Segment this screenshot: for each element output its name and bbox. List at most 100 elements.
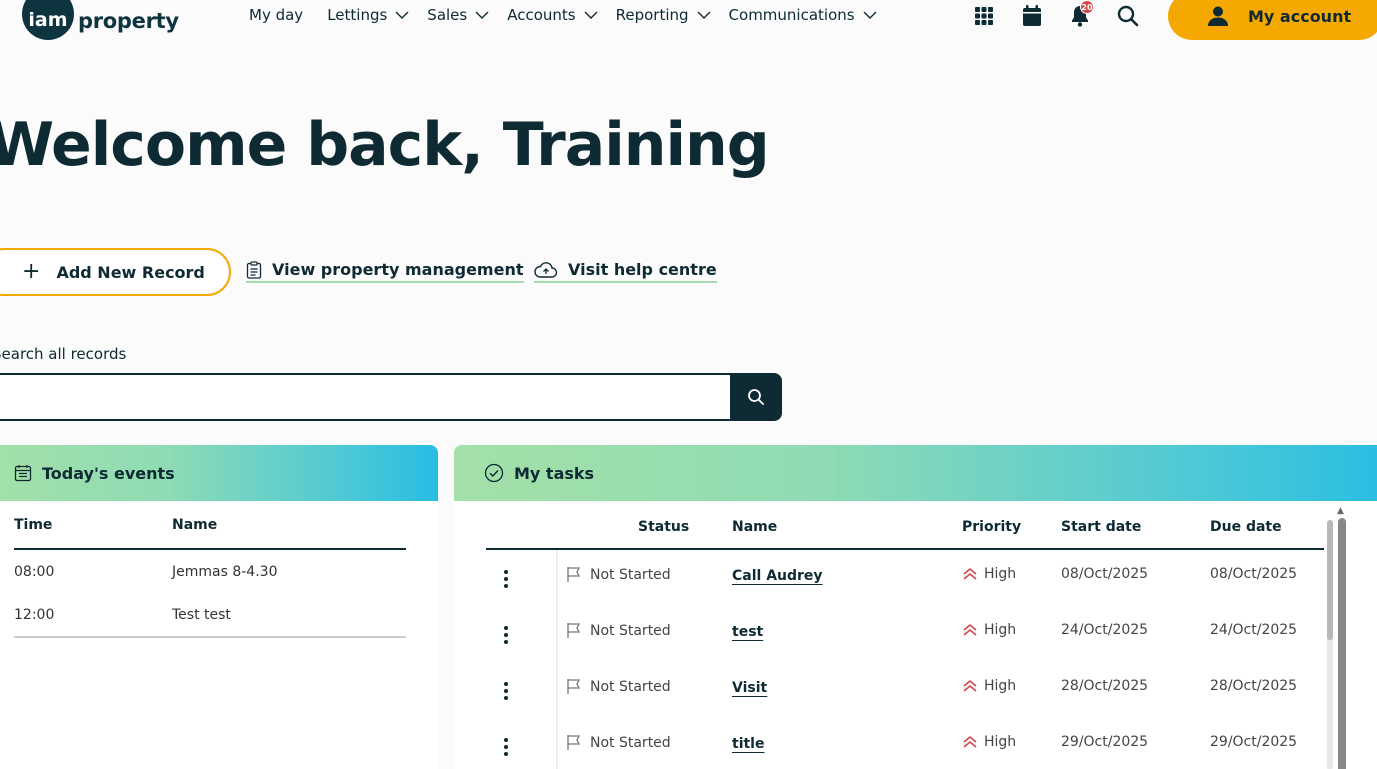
more-options-icon[interactable] (504, 738, 508, 756)
nav-label: Lettings (327, 6, 388, 24)
column-header-name[interactable]: Name (732, 519, 777, 535)
nav-label: Accounts (507, 6, 576, 24)
task-name-link[interactable]: title (732, 736, 764, 752)
task-name-link[interactable]: Call Audrey (732, 568, 823, 584)
more-options-icon[interactable] (504, 570, 508, 588)
task-status: Not Started (566, 678, 671, 695)
column-header-status[interactable]: Status (638, 519, 689, 535)
table-row: Not Started title High 29/Oct/2025 29/Oc… (486, 718, 1324, 769)
table-row[interactable]: 12:00 Test test (14, 594, 406, 638)
priority-high-icon (963, 623, 977, 636)
todays-events-header: Today's events (0, 445, 438, 501)
search-records-input[interactable] (0, 373, 732, 421)
calendar-icon (14, 465, 32, 482)
task-priority: High (962, 734, 1016, 750)
search-submit-button[interactable] (730, 373, 782, 421)
task-start-date: 08/Oct/2025 (1061, 566, 1149, 582)
nav-label: Communications (728, 6, 855, 24)
task-priority: High (962, 622, 1016, 638)
logo-mark: iam (22, 0, 74, 40)
more-options-icon[interactable] (504, 682, 508, 700)
nav-reporting[interactable]: Reporting (616, 6, 711, 24)
task-due-date: 24/Oct/2025 (1210, 622, 1298, 638)
top-navbar: iam property My day Lettings Sales Accou… (0, 0, 1377, 40)
search-icon[interactable] (1116, 4, 1140, 28)
scroll-up-icon[interactable]: ▲ (1337, 506, 1344, 516)
row-divider (556, 550, 558, 606)
table-row: Not Started Call Audrey High 08/Oct/2025… (486, 550, 1324, 606)
iam-property-logo[interactable]: iam property (22, 0, 179, 40)
task-start-date: 28/Oct/2025 (1061, 678, 1149, 694)
task-priority: High (962, 678, 1016, 694)
cloud-icon (534, 261, 558, 278)
apps-grid-icon[interactable] (972, 4, 996, 28)
event-name: Jemmas 8-4.30 (172, 564, 278, 580)
column-header: Name (172, 517, 218, 533)
visit-help-centre-link[interactable]: Visit help centre (534, 260, 717, 283)
search-icon (748, 389, 764, 405)
nav-label: Sales (427, 6, 468, 24)
plus-icon: + (22, 258, 41, 284)
column-header-priority[interactable]: Priority (962, 519, 1021, 535)
more-options-icon[interactable] (504, 626, 508, 644)
column-header-due-date[interactable]: Due date (1210, 519, 1282, 535)
add-new-record-button[interactable]: + Add New Record (0, 248, 231, 296)
priority-high-icon (963, 735, 977, 748)
nav-my-day[interactable]: My day (249, 6, 303, 24)
flag-icon (567, 679, 581, 694)
page-scroll-thumb[interactable] (1338, 518, 1346, 769)
chevron-down-icon (395, 11, 409, 19)
my-tasks-title: My tasks (514, 463, 595, 483)
scroll-thumb[interactable] (1327, 520, 1333, 640)
todays-events-title: Today's events (42, 463, 175, 483)
column-header: Time (14, 517, 53, 533)
nav-communications[interactable]: Communications (729, 6, 877, 24)
priority-label: High (984, 678, 1017, 694)
notifications-bell-icon[interactable]: 20 (1068, 0, 1094, 28)
status-label: Not Started (590, 734, 671, 751)
view-property-management-label: View property management (272, 260, 524, 279)
status-label: Not Started (590, 566, 671, 583)
task-name-link[interactable]: Visit (732, 680, 767, 696)
event-name: Test test (172, 607, 231, 623)
priority-high-icon (963, 679, 977, 692)
check-circle-icon (484, 463, 504, 483)
events-table-header: Time Name (14, 517, 406, 550)
task-name-link[interactable]: test (732, 624, 763, 640)
task-due-date: 28/Oct/2025 (1210, 678, 1298, 694)
notification-count-badge: 20 (1080, 0, 1094, 14)
view-property-management-link[interactable]: View property management (246, 260, 524, 283)
task-status: Not Started (566, 566, 671, 583)
my-account-label: My account (1248, 6, 1352, 26)
row-divider (556, 718, 558, 769)
flag-icon (567, 567, 581, 582)
my-tasks-header: My tasks (454, 445, 1377, 501)
task-priority: High (962, 566, 1016, 582)
nav-lettings[interactable]: Lettings (327, 6, 409, 24)
events-table: Time Name 08:00 Jemmas 8-4.30 12:00 Test… (14, 517, 406, 638)
nav-accounts[interactable]: Accounts (507, 6, 598, 24)
task-due-date: 29/Oct/2025 (1210, 734, 1298, 750)
calendar-icon[interactable] (1020, 4, 1044, 28)
flag-icon (567, 735, 581, 750)
todays-events-card: Today's events Time Name 08:00 Jemmas 8-… (0, 445, 438, 769)
nav-label: My day (249, 6, 304, 24)
my-tasks-card: My tasks Status Name Priority Start date… (454, 445, 1377, 769)
nav-sales[interactable]: Sales (427, 6, 489, 24)
column-header-start-date[interactable]: Start date (1061, 519, 1141, 535)
my-account-button[interactable]: My account (1168, 0, 1377, 40)
chevron-down-icon (584, 11, 598, 19)
task-due-date: 08/Oct/2025 (1210, 566, 1298, 582)
nav-label: Reporting (615, 6, 689, 24)
priority-label: High (984, 566, 1017, 582)
table-row[interactable]: 08:00 Jemmas 8-4.30 (14, 550, 406, 594)
task-status: Not Started (566, 734, 671, 751)
row-divider (556, 606, 558, 662)
chevron-down-icon (697, 11, 711, 19)
status-label: Not Started (590, 678, 671, 695)
user-icon (1208, 6, 1228, 26)
search-label: Search all records (0, 345, 127, 363)
add-new-record-label: Add New Record (56, 262, 205, 282)
tasks-table-header: Status Name Priority Start date Due date (486, 517, 1324, 550)
tasks-scrollbar[interactable]: ▲ (1327, 506, 1346, 769)
